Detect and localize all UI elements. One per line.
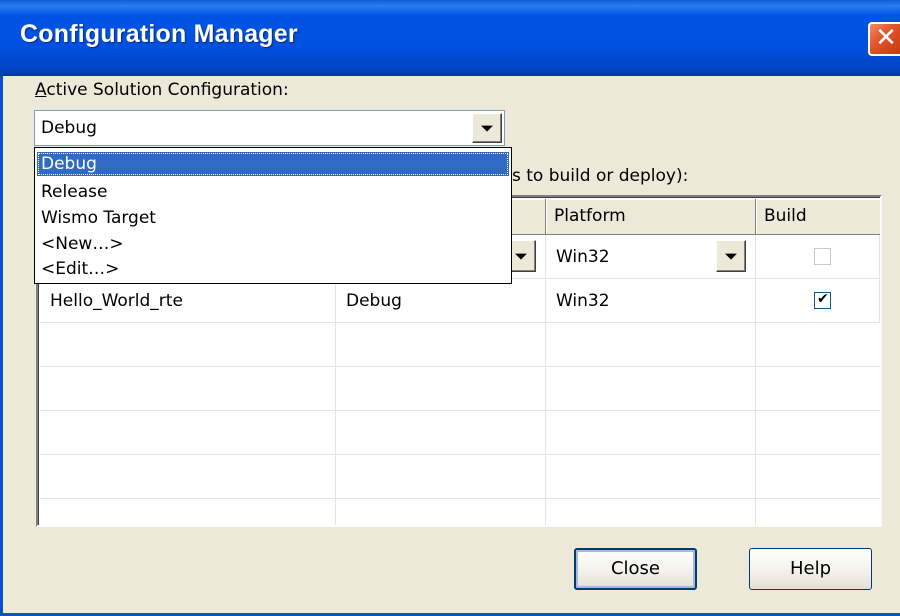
checkmark-icon: ✔	[817, 291, 829, 307]
column-header-platform[interactable]: Platform	[546, 199, 756, 235]
platform-cell[interactable]: Win32	[546, 279, 756, 323]
chevron-down-icon	[481, 125, 493, 132]
combo-dropdown-button[interactable]	[472, 113, 502, 143]
empty-cell	[40, 323, 336, 367]
dropdown-option-wismo-target[interactable]: Wismo Target	[37, 206, 509, 230]
empty-cell	[546, 455, 756, 499]
chevron-down-icon	[725, 253, 737, 260]
project-cell: Hello_World_rte	[40, 279, 336, 323]
dropdown-option-new[interactable]: <New…>	[37, 232, 509, 256]
empty-cell	[40, 455, 336, 499]
close-button[interactable]: Close	[574, 548, 697, 590]
empty-cell	[546, 323, 756, 367]
empty-cell	[336, 499, 546, 525]
empty-cell	[336, 323, 546, 367]
column-header-build[interactable]: Build	[756, 199, 880, 235]
empty-cell	[546, 367, 756, 411]
empty-cell	[546, 499, 756, 525]
empty-cell	[336, 367, 546, 411]
empty-cell	[336, 455, 546, 499]
build-cell[interactable]: ✔	[756, 279, 880, 323]
configuration-dropdown-list: Debug Release Wismo Target <New…> <Edit……	[34, 147, 512, 284]
chevron-down-icon	[515, 253, 527, 260]
empty-cell	[40, 367, 336, 411]
table-row-empty	[40, 367, 880, 411]
combo-value: Debug	[41, 118, 97, 138]
window-close-button[interactable]: ✕	[868, 22, 900, 56]
table-row-empty	[40, 411, 880, 455]
dropdown-option-debug[interactable]: Debug	[37, 152, 509, 176]
platform-cell[interactable]: Win32	[546, 235, 756, 279]
empty-cell	[40, 411, 336, 455]
close-icon: ✕	[875, 23, 897, 53]
help-button[interactable]: Help	[749, 548, 872, 590]
build-checkbox[interactable]: ✔	[814, 291, 831, 309]
active-solution-configuration-combo[interactable]: Debug	[34, 110, 505, 146]
dropdown-option-edit[interactable]: <Edit…>	[37, 257, 509, 281]
active-solution-configuration-label: Active Solution Configuration:	[35, 80, 289, 100]
configuration-cell[interactable]: Debug	[336, 279, 546, 323]
title-bar: Configuration Manager ✕	[0, 0, 900, 76]
table-row-empty	[40, 455, 880, 499]
empty-cell	[336, 411, 546, 455]
empty-cell	[546, 411, 756, 455]
project-contexts-label: s to build or deploy):	[512, 166, 689, 186]
table-row[interactable]: Hello_World_rte Debug Win32 ✔	[40, 279, 880, 323]
empty-cell	[40, 499, 336, 525]
build-checkbox[interactable]	[814, 248, 831, 265]
dropdown-option-release[interactable]: Release	[37, 180, 509, 204]
table-row-empty	[40, 323, 880, 367]
table-row-empty	[40, 499, 880, 525]
build-cell[interactable]	[756, 235, 880, 279]
platform-dropdown-button[interactable]	[716, 240, 746, 272]
window-title: Configuration Manager	[20, 20, 298, 48]
